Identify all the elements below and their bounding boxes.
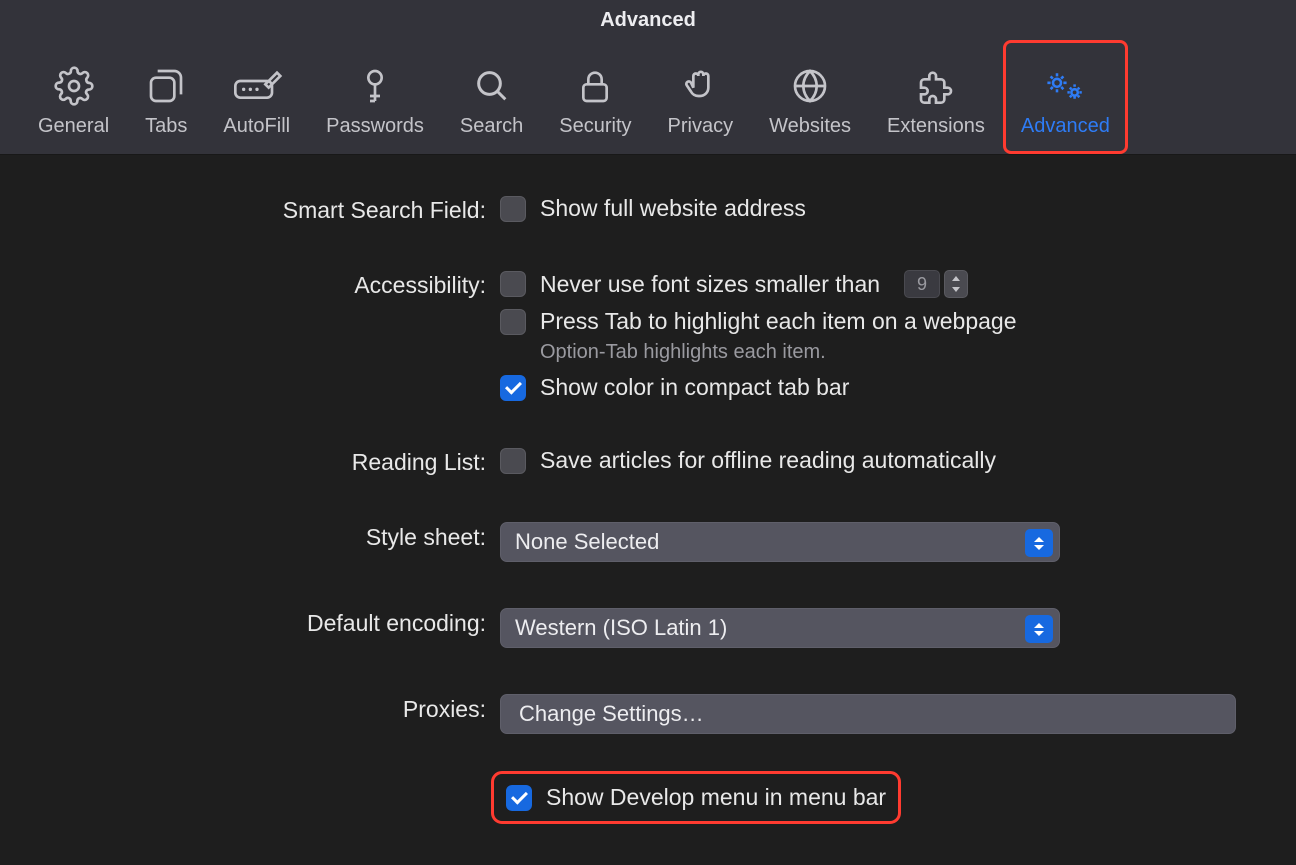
tab-security[interactable]: Security xyxy=(541,40,649,154)
puzzle-icon xyxy=(916,59,956,113)
show-full-address-label: Show full website address xyxy=(540,195,806,222)
min-font-checkbox[interactable] xyxy=(500,271,526,297)
tab-label: Security xyxy=(559,115,631,138)
key-icon xyxy=(355,59,395,113)
develop-menu-label: Show Develop menu in menu bar xyxy=(546,784,886,811)
tab-extensions[interactable]: Extensions xyxy=(869,40,1003,154)
gear-icon xyxy=(54,59,94,113)
compact-color-checkbox[interactable] xyxy=(500,375,526,401)
popup-arrows-icon xyxy=(1025,529,1053,557)
press-tab-checkbox[interactable] xyxy=(500,309,526,335)
encoding-value: Western (ISO Latin 1) xyxy=(515,615,727,641)
develop-menu-checkbox[interactable] xyxy=(506,785,532,811)
press-tab-label: Press Tab to highlight each item on a we… xyxy=(540,308,1017,335)
tab-label: General xyxy=(38,115,109,138)
save-offline-checkbox[interactable] xyxy=(500,448,526,474)
preferences-content: Smart Search Field: Show full website ad… xyxy=(0,155,1296,865)
tab-label: Extensions xyxy=(887,115,985,138)
tab-privacy[interactable]: Privacy xyxy=(650,40,752,154)
style-sheet-popup[interactable]: None Selected xyxy=(500,522,1060,562)
encoding-popup[interactable]: Western (ISO Latin 1) xyxy=(500,608,1060,648)
window-title: Advanced xyxy=(0,0,1296,40)
min-font-stepper[interactable] xyxy=(944,270,968,298)
tab-autofill[interactable]: AutoFill xyxy=(205,40,308,154)
globe-icon xyxy=(790,59,830,113)
tabs-icon xyxy=(146,59,186,113)
popup-arrows-icon xyxy=(1025,615,1053,643)
change-settings-button[interactable]: Change Settings… xyxy=(500,694,1236,734)
tab-websites[interactable]: Websites xyxy=(751,40,869,154)
proxies-label: Proxies: xyxy=(60,694,500,723)
min-font-label: Never use font sizes smaller than xyxy=(540,271,880,298)
accessibility-label: Accessibility: xyxy=(60,270,500,299)
double-gear-icon xyxy=(1041,59,1089,113)
tab-search[interactable]: Search xyxy=(442,40,541,154)
tab-label: Websites xyxy=(769,115,851,138)
tab-label: Privacy xyxy=(668,115,734,138)
tab-advanced[interactable]: Advanced xyxy=(1003,40,1128,154)
compact-color-label: Show color in compact tab bar xyxy=(540,374,849,401)
lock-icon xyxy=(575,59,615,113)
smart-search-label: Smart Search Field: xyxy=(60,195,500,224)
tab-passwords[interactable]: Passwords xyxy=(308,40,442,154)
style-sheet-value: None Selected xyxy=(515,529,659,555)
save-offline-label: Save articles for offline reading automa… xyxy=(540,447,996,474)
tab-general[interactable]: General xyxy=(20,40,127,154)
show-full-address-checkbox[interactable] xyxy=(500,196,526,222)
style-sheet-label: Style sheet: xyxy=(60,522,500,551)
hand-icon xyxy=(680,59,720,113)
magnifying-glass-icon xyxy=(472,59,512,113)
tab-label: Passwords xyxy=(326,115,424,138)
reading-list-label: Reading List: xyxy=(60,447,500,476)
tab-tabs[interactable]: Tabs xyxy=(127,40,205,154)
pencil-field-icon xyxy=(231,59,283,113)
preferences-toolbar: General Tabs AutoFill Passwords Search S… xyxy=(0,40,1296,155)
tab-label: Search xyxy=(460,115,523,138)
encoding-label: Default encoding: xyxy=(60,608,500,637)
press-tab-hint: Option-Tab highlights each item. xyxy=(540,341,1236,364)
tab-label: Advanced xyxy=(1021,115,1110,138)
min-font-value[interactable]: 9 xyxy=(904,270,940,298)
tab-label: Tabs xyxy=(145,115,187,138)
tab-label: AutoFill xyxy=(223,115,290,138)
